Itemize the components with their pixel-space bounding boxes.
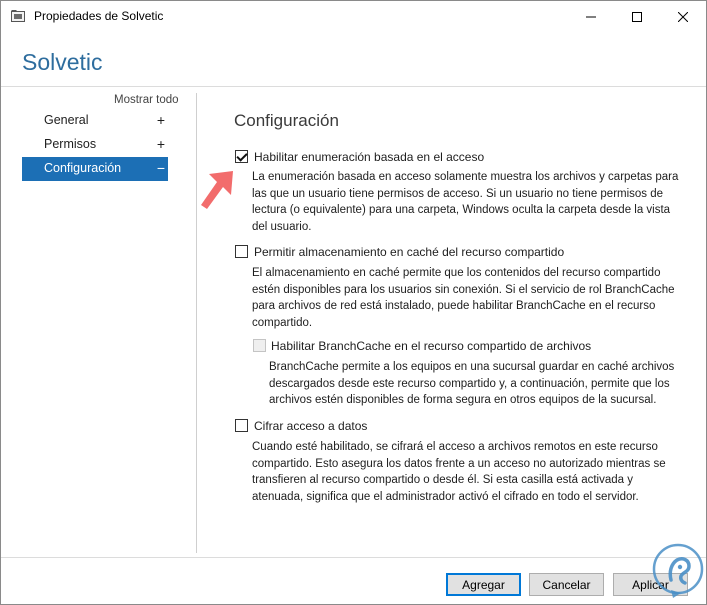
cancel-button[interactable]: Cancelar	[529, 573, 604, 596]
offline-caching-description: El almacenamiento en caché permite que l…	[252, 265, 675, 331]
maximize-icon	[632, 11, 642, 22]
description-line: descargados desde este recurso compartid…	[269, 377, 670, 390]
sidebar-item-permisos[interactable]: Permisos +	[22, 133, 168, 157]
minimize-button[interactable]	[568, 1, 614, 32]
sidebar-item-label: General	[44, 113, 89, 127]
offline-caching-checkbox[interactable]	[235, 245, 248, 258]
expand-icon: +	[156, 112, 166, 128]
show-all-link[interactable]: Mostrar todo	[114, 94, 179, 106]
add-button[interactable]: Agregar	[446, 573, 521, 596]
access-enumeration-label[interactable]: Habilitar enumeración basada en el acces…	[254, 150, 484, 164]
branchcache-description: BranchCache permite a los equipos en una…	[269, 359, 674, 409]
description-line: las que un usuario tiene permisos de acc…	[252, 187, 664, 200]
description-line: estén disponibles para los usuarios sin …	[252, 283, 675, 296]
close-icon	[678, 11, 688, 22]
title-bar[interactable]: Propiedades de Solvetic	[1, 1, 706, 32]
description-line: transfieren al recurso compartido o desd…	[252, 474, 633, 487]
encrypt-data-checkbox[interactable]	[235, 419, 248, 432]
description-line: para archivos de red está instalado, pue…	[252, 300, 656, 313]
description-line: Cuando esté habilitado, se cifrará el ac…	[252, 441, 658, 453]
description-line: lectura (o equivalente) para una carpeta…	[252, 204, 671, 217]
footer-divider	[1, 557, 706, 558]
description-line: El almacenamiento en caché permite que l…	[252, 267, 661, 279]
page-title: Solvetic	[22, 49, 103, 75]
encrypt-data-label[interactable]: Cifrar acceso a datos	[254, 419, 367, 433]
description-line: atenuada, significa que el administrador…	[252, 490, 639, 503]
sidebar-item-general[interactable]: General +	[22, 109, 168, 133]
maximize-button[interactable]	[614, 1, 660, 32]
sidebar-item-label: Permisos	[44, 137, 97, 151]
description-line: del usuario.	[252, 220, 312, 233]
description-line: BranchCache permite a los equipos en una…	[269, 361, 675, 373]
description-line: archivos estén disponibles de forma segu…	[269, 394, 657, 407]
window-title: Propiedades de Solvetic	[34, 9, 164, 23]
minimize-icon	[586, 12, 596, 22]
properties-window: Propiedades de Solvetic Solvetic Mostrar…	[0, 0, 707, 605]
access-enumeration-checkbox[interactable]	[235, 150, 248, 163]
offline-caching-label[interactable]: Permitir almacenamiento en caché del rec…	[254, 245, 564, 259]
branchcache-checkbox[interactable]	[253, 339, 266, 352]
description-line: compartido.	[252, 316, 313, 329]
expand-icon: +	[156, 136, 166, 152]
access-enumeration-description: La enumeración basada en acceso solament…	[252, 169, 678, 235]
description-line: La enumeración basada en acceso solament…	[252, 171, 679, 183]
branchcache-label[interactable]: Habilitar BranchCache en el recurso comp…	[271, 339, 591, 353]
collapse-icon: −	[156, 160, 166, 176]
sidebar-divider	[196, 93, 197, 553]
folder-share-icon	[11, 9, 25, 23]
sidebar-item-configuracion[interactable]: Configuración −	[22, 157, 168, 181]
solvetic-watermark-icon	[651, 542, 705, 600]
section-title: Configuración	[234, 111, 339, 130]
description-line: compartido. Esto asegura los datos frent…	[252, 457, 666, 470]
close-button[interactable]	[660, 1, 706, 32]
encrypt-data-description: Cuando esté habilitado, se cifrará el ac…	[252, 439, 666, 505]
arrow-annotation-icon	[197, 169, 235, 213]
header-divider	[1, 86, 706, 87]
sidebar-item-label: Configuración	[44, 161, 122, 175]
